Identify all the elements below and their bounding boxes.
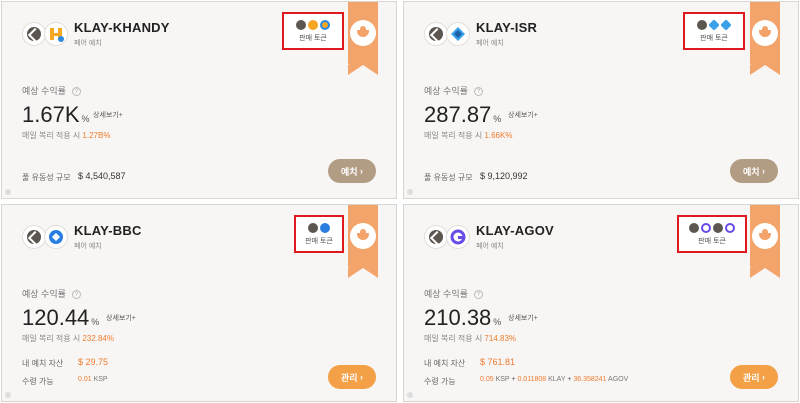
claimable-value: 0.01 KSP [78, 376, 108, 383]
pool-size-label: 풀 유동성 규모 [424, 173, 473, 182]
manage-button[interactable]: 관리 › [730, 365, 778, 389]
help-icon[interactable]: ? [473, 87, 483, 97]
isr-mini-icon [708, 18, 720, 31]
manage-button[interactable]: 관리 › [328, 365, 376, 389]
pool-card-klay-agov: KLAY-AGOV 페어 예치 판매 토큰 예상 수익률? 210.38% 상세… [403, 204, 799, 402]
bbc-mini-icon [320, 222, 330, 233]
boat-icon [350, 223, 376, 249]
pool-card-klay-khandy: KLAY-KHANDY 페어 예치 판매 토큰 예상 수익률? 1.67K% 상… [1, 1, 397, 199]
pool-card-klay-isr: KLAY-ISR 페어 예치 판매 토큰 예상 수익률? 287.87% 상세보… [403, 1, 799, 199]
isr-mini-icon [720, 18, 732, 31]
sell-token-label: 판매 토큰 [700, 34, 728, 42]
boat-icon [350, 20, 376, 46]
khandy-mini-icon [320, 19, 330, 30]
klay-coin-icon [22, 225, 46, 249]
pair-icons [424, 223, 474, 251]
compound-rate: 매일 복리 적용 시 1.66K% [424, 131, 513, 140]
boat-icon [752, 20, 778, 46]
detail-link[interactable]: 상세보기+ [93, 110, 123, 120]
agov-mini-icon [701, 222, 711, 233]
my-deposit-value: $ 761.81 [480, 357, 516, 367]
yield-value: 120.44% [22, 305, 100, 330]
sell-token-label: 판매 토큰 [305, 237, 333, 245]
yield-label: 예상 수익률? [22, 84, 81, 97]
scroll-dot [407, 189, 413, 195]
pool-subtitle: 페어 예치 [476, 243, 504, 250]
isr-coin-icon [446, 22, 470, 46]
pool-subtitle: 페어 예치 [74, 243, 102, 250]
compound-rate: 매일 복리 적용 시 714.83% [424, 334, 517, 343]
yield-label: 예상 수익률? [424, 287, 483, 300]
pool-subtitle: 페어 예치 [476, 40, 504, 47]
pair-icons [22, 223, 72, 251]
klay-mini-icon [697, 19, 707, 30]
pool-size-value: $ 4,540,587 [78, 171, 126, 181]
claimable-value: 0.05 KSP + 0.011808 KLAY + 36.358241 AGO… [480, 376, 629, 383]
yield-value: 1.67K% [22, 102, 90, 127]
scroll-dot [5, 189, 11, 195]
sell-token-box: 판매 토큰 [294, 215, 344, 253]
pool-title: KLAY-ISR [476, 20, 538, 35]
klay-mini-icon [689, 222, 699, 233]
sell-token-label: 판매 토큰 [299, 34, 327, 42]
klay-mini-icon [713, 222, 723, 233]
klay-coin-icon [22, 22, 46, 46]
sell-token-icons [308, 222, 330, 233]
yield-value: 287.87% [424, 102, 502, 127]
sell-token-icons [689, 222, 735, 233]
pool-card-klay-bbc: KLAY-BBC 페어 예치 판매 토큰 예상 수익률? 120.44% 상세보… [1, 204, 397, 402]
help-icon[interactable]: ? [71, 87, 81, 97]
khandy-coin-icon [44, 22, 68, 46]
bbc-coin-icon [44, 225, 68, 249]
klay-coin-icon [424, 225, 448, 249]
detail-link[interactable]: 상세보기+ [508, 110, 538, 120]
sell-token-box: 판매 토큰 [677, 215, 747, 253]
claimable-label: 수령 가능 [22, 377, 54, 386]
my-deposit-label: 내 예치 자산 [22, 359, 64, 368]
pool-title: KLAY-KHANDY [74, 20, 170, 35]
my-deposit-value: $ 29.75 [78, 357, 109, 367]
agov-coin-icon [446, 225, 470, 249]
my-deposit-label: 내 예치 자산 [424, 359, 466, 368]
scroll-dot [407, 392, 413, 398]
pool-size-label: 풀 유동성 규모 [22, 173, 71, 182]
agov-mini-icon [725, 222, 735, 233]
yield-label: 예상 수익률? [22, 287, 81, 300]
detail-link[interactable]: 상세보기+ [508, 313, 538, 323]
sell-token-box: 판매 토큰 [683, 12, 745, 50]
khandy-mini-icon [308, 19, 318, 30]
pool-title: KLAY-AGOV [476, 223, 554, 238]
help-icon[interactable]: ? [71, 290, 81, 300]
deposit-button[interactable]: 예치 › [730, 159, 778, 183]
pool-title: KLAY-BBC [74, 223, 142, 238]
yield-label: 예상 수익률? [424, 84, 483, 97]
compound-rate: 매일 복리 적용 시 232.84% [22, 334, 115, 343]
sell-token-label: 판매 토큰 [698, 237, 726, 245]
sell-token-icons [697, 18, 732, 31]
klay-mini-icon [308, 222, 318, 233]
claimable-label: 수령 가능 [424, 377, 456, 386]
pair-icons [424, 20, 474, 48]
compound-rate: 매일 복리 적용 시 1.27B% [22, 131, 111, 140]
help-icon[interactable]: ? [473, 290, 483, 300]
sell-token-box: 판매 토큰 [282, 12, 344, 50]
detail-link[interactable]: 상세보기+ [106, 313, 136, 323]
pool-size-value: $ 9,120,992 [480, 171, 528, 181]
pair-icons [22, 20, 72, 48]
deposit-button[interactable]: 예치 › [328, 159, 376, 183]
boat-icon [752, 223, 778, 249]
yield-value: 210.38% [424, 305, 502, 330]
pool-subtitle: 페어 예치 [74, 40, 102, 47]
sell-token-icons [296, 19, 330, 30]
klay-mini-icon [296, 19, 306, 30]
klay-coin-icon [424, 22, 448, 46]
scroll-dot [5, 392, 11, 398]
pool-grid: KLAY-KHANDY 페어 예치 판매 토큰 예상 수익률? 1.67K% 상… [0, 0, 800, 403]
